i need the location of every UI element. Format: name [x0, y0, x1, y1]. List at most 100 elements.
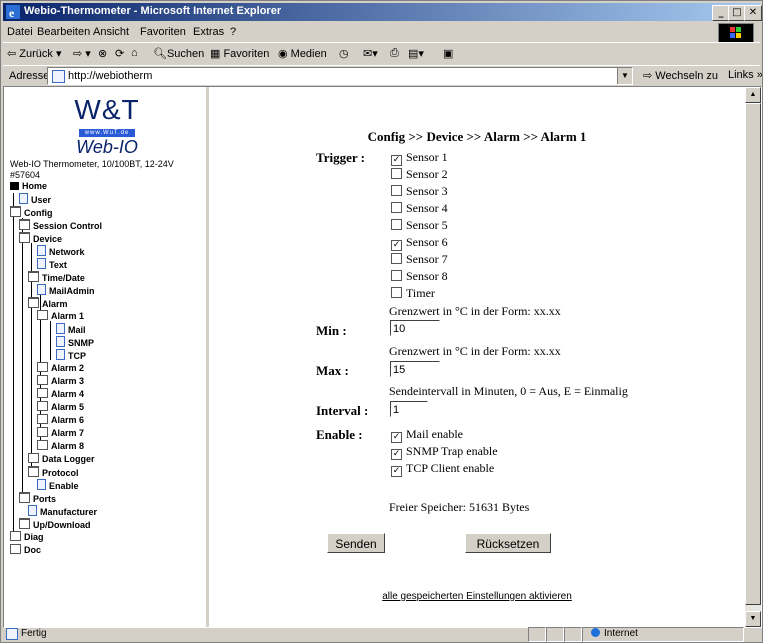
folder-icon	[19, 232, 30, 243]
home-icon[interactable]: ⌂	[131, 47, 138, 59]
forward-button[interactable]: ⇨ ▾	[73, 47, 91, 60]
tree-item-time-date[interactable]: Time/Date	[28, 271, 85, 284]
enable-snmp-trap[interactable]: ✓ SNMP Trap enable	[391, 444, 498, 460]
checkbox-checked[interactable]: ✓	[391, 466, 402, 477]
trigger-sensor-1[interactable]: ✓ Sensor 1	[391, 150, 448, 166]
tree-item-alarm-7[interactable]: Alarm 7	[37, 427, 84, 440]
address-input[interactable]: http://webiotherm ▼	[47, 67, 633, 85]
checkbox-unchecked[interactable]	[391, 219, 402, 230]
trigger-sensor-5[interactable]: Sensor 5	[391, 218, 448, 233]
tree-item-diag[interactable]: Diag	[10, 531, 44, 544]
address-dropdown-icon[interactable]: ▼	[617, 68, 632, 84]
tree-item-ports[interactable]: Ports	[19, 492, 56, 505]
trigger-sensor-8[interactable]: Sensor 8	[391, 269, 448, 284]
stop-icon[interactable]: ⊗	[98, 47, 107, 60]
interval-input[interactable]: 1	[390, 401, 428, 417]
print-icon[interactable]: ⎙	[390, 47, 399, 60]
trigger-sensor-4[interactable]: Sensor 4	[391, 201, 448, 216]
tree-item-network[interactable]: Network	[37, 245, 85, 258]
tree-item-doc[interactable]: Doc	[10, 544, 41, 557]
media-icon: ◉	[278, 48, 291, 60]
edit-icon[interactable]: ▤▾	[408, 47, 424, 60]
search-button[interactable]: 🔍︎Suchen	[153, 47, 204, 60]
scroll-up-icon[interactable]: ▲	[745, 87, 761, 103]
tree-item-text[interactable]: Text	[37, 258, 67, 271]
menu-extras[interactable]: Extras	[193, 26, 224, 38]
tree-item-enable[interactable]: Enable	[37, 479, 79, 492]
go-button[interactable]: ⇨ Wechseln zu	[643, 69, 718, 82]
tree-item-mail[interactable]: Mail	[56, 323, 86, 336]
tree-item-alarm[interactable]: Alarm	[28, 297, 68, 310]
tree-label: Alarm 5	[51, 402, 85, 412]
tree-item-alarm-5[interactable]: Alarm 5	[37, 401, 84, 414]
trigger-sensor-3[interactable]: Sensor 3	[391, 184, 448, 199]
tree-item-manufacturer[interactable]: Manufacturer	[28, 505, 97, 518]
scroll-down-icon[interactable]: ▼	[745, 611, 761, 627]
book-icon	[37, 375, 48, 385]
vertical-scrollbar[interactable]: ▲ ▼	[745, 87, 761, 627]
media-button[interactable]: ◉ Medien	[278, 47, 327, 60]
favorites-button[interactable]: ▦ Favoriten	[210, 47, 269, 60]
enable-tcp-client[interactable]: ✓ TCP Client enable	[391, 461, 494, 477]
checkbox-unchecked[interactable]	[391, 202, 402, 213]
checkbox-unchecked[interactable]	[391, 185, 402, 196]
trigger-option-label: Sensor 2	[406, 167, 448, 181]
checkbox-unchecked[interactable]	[391, 253, 402, 264]
menu-bearbeiten[interactable]: Bearbeiten	[37, 26, 90, 38]
content-frame: Config >> Device >> Alarm >> Alarm 1 Tri…	[209, 87, 745, 627]
tree-item-session-control[interactable]: Session Control	[19, 219, 102, 232]
trigger-timer[interactable]: Timer	[391, 286, 435, 301]
tree-item-alarm-3[interactable]: Alarm 3	[37, 375, 84, 388]
min-input[interactable]: 10	[390, 320, 440, 336]
mail-icon[interactable]: ✉▾	[363, 47, 378, 60]
tree-item-config[interactable]: Config	[10, 206, 53, 219]
tree-label: Manufacturer	[40, 507, 98, 517]
menu-datei[interactable]: Datei	[7, 26, 33, 38]
send-button[interactable]: Senden	[327, 533, 385, 553]
reset-button[interactable]: Rücksetzen	[465, 533, 551, 553]
tree-item-home[interactable]: Home	[10, 180, 47, 193]
history-icon[interactable]: ◷	[339, 47, 349, 60]
trigger-sensor-6[interactable]: ✓ Sensor 6	[391, 235, 448, 251]
tree-item-alarm-8[interactable]: Alarm 8	[37, 440, 84, 453]
checkbox-unchecked[interactable]	[391, 168, 402, 179]
tree-item-user[interactable]: User	[19, 193, 51, 206]
tree-item-alarm-4[interactable]: Alarm 4	[37, 388, 84, 401]
tree-label: Alarm 4	[51, 389, 85, 399]
tree-item-up-download[interactable]: Up/Download	[19, 518, 91, 531]
checkbox-checked[interactable]: ✓	[391, 432, 402, 443]
trigger-sensor-7[interactable]: Sensor 7	[391, 252, 448, 267]
tree-item-alarm-2[interactable]: Alarm 2	[37, 362, 84, 375]
checkbox-checked[interactable]: ✓	[391, 240, 402, 251]
close-button[interactable]: ✕	[744, 5, 762, 21]
trigger-option-label: Sensor 8	[406, 269, 448, 283]
tree-item-data-logger[interactable]: Data Logger	[28, 453, 95, 466]
tree-item-tcp[interactable]: TCP	[56, 349, 86, 362]
max-input[interactable]: 15	[390, 361, 440, 377]
discuss-icon[interactable]: ▣	[443, 47, 453, 60]
back-button[interactable]: ⇦ Zurück ▾	[7, 47, 61, 60]
activate-settings-link[interactable]: alle gespeicherten Einstellungen aktivie…	[209, 591, 745, 602]
tree-item-alarm-1[interactable]: Alarm 1	[37, 310, 84, 323]
checkbox-unchecked[interactable]	[391, 287, 402, 298]
logo-product: Web-IO	[76, 137, 138, 157]
checkbox-checked[interactable]: ✓	[391, 449, 402, 460]
links-button[interactable]: Links »	[728, 69, 762, 81]
trigger-sensor-2[interactable]: Sensor 2	[391, 167, 448, 182]
windows-logo	[718, 23, 754, 43]
checkbox-unchecked[interactable]	[391, 270, 402, 281]
scroll-thumb[interactable]	[745, 103, 761, 605]
tree-item-mailadmin[interactable]: MailAdmin	[37, 284, 95, 297]
tree-item-alarm-6[interactable]: Alarm 6	[37, 414, 84, 427]
address-value: http://webiotherm	[68, 70, 153, 82]
refresh-icon[interactable]: ⟳	[115, 47, 124, 60]
wut-logo: W&T www.WuT.de Web-IO	[52, 95, 162, 158]
tree-item-device[interactable]: Device	[19, 232, 62, 245]
menu-ansicht[interactable]: Ansicht	[93, 26, 129, 38]
enable-mail[interactable]: ✓ Mail enable	[391, 427, 463, 443]
checkbox-checked[interactable]: ✓	[391, 155, 402, 166]
tree-item-snmp[interactable]: SNMP	[56, 336, 94, 349]
tree-item-protocol[interactable]: Protocol	[28, 466, 79, 479]
menu-help[interactable]: ?	[230, 26, 236, 38]
menu-favoriten[interactable]: Favoriten	[140, 26, 186, 38]
